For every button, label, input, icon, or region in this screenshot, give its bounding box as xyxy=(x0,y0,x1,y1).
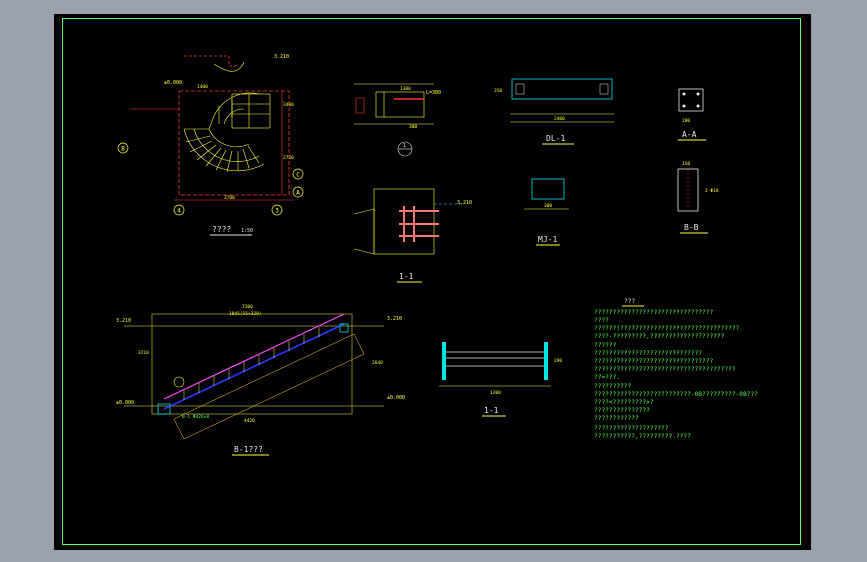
plan-dim-width: 3700 xyxy=(224,195,235,201)
mid-title: 1-1 xyxy=(399,272,414,281)
node-label-l: L=300 xyxy=(426,90,441,96)
axis-b-label: B xyxy=(121,146,125,153)
cad-viewport[interactable]: B C A 4 3 3.210 ±0.000 3700 3400 1400 27… xyxy=(54,14,811,550)
note-line: ??????????????????????????-08?????????-0… xyxy=(594,391,758,398)
plan-dim-stair: 2720 xyxy=(283,155,294,161)
aa-section-box xyxy=(678,88,704,112)
node-dim-b: 300 xyxy=(409,124,417,130)
note-line: ???????????? xyxy=(594,415,639,422)
elev-handrail xyxy=(163,313,345,400)
note-line: ???? xyxy=(594,317,609,324)
plan-scale: 1:50 xyxy=(241,228,253,234)
plan-view: B C A 4 3 3.210 ±0.000 3700 3400 1400 27… xyxy=(117,54,304,236)
note-line: ?????????? xyxy=(594,383,632,390)
note-line: ?????? xyxy=(594,342,617,349)
plan-elev-bottom: ±0.000 xyxy=(164,80,182,86)
dl1-beam xyxy=(511,78,613,100)
elev-note: B-1 Φ426×8 xyxy=(182,414,209,420)
bb-rebar: 2-Φ18 xyxy=(705,188,719,194)
plan-dim-height: 3400 xyxy=(283,102,294,108)
node-circle-label: 1 xyxy=(403,143,406,149)
elevation-view: 3.210 3.210 ±0.000 ±0.000 7200 1845(15×3… xyxy=(116,304,405,456)
dl1-title: DL-1 xyxy=(546,134,565,143)
elev-title: B-1??? xyxy=(234,445,263,454)
plan-elev-top: 3.210 xyxy=(274,54,289,60)
detail-node-mid: 3.210 1-1 xyxy=(353,188,472,283)
axis-c-label: C xyxy=(296,172,300,179)
aa-dim-w: 200 xyxy=(682,118,690,124)
mj1-view: 300 MJ-1 xyxy=(524,178,569,246)
axis-a-label: A xyxy=(296,190,300,197)
elev-dim-right: 2640 xyxy=(372,360,383,366)
mj1-title: MJ-1 xyxy=(538,235,557,244)
plan-dim-side: 1400 xyxy=(197,84,208,90)
section-title: 1-1 xyxy=(484,406,499,415)
note-line: ????????????????????????????? xyxy=(594,350,702,357)
axis-3-label: 3 xyxy=(275,208,279,215)
mj1-plate xyxy=(531,178,565,200)
node-box xyxy=(375,91,425,118)
elev-dim-box xyxy=(151,313,353,415)
notes-heading: ??? xyxy=(624,298,635,305)
elev-bot-right: ±0.000 xyxy=(387,395,405,401)
elev-top-left: 3.210 xyxy=(116,318,131,324)
dl1-dim-w: 2400 xyxy=(554,116,565,122)
note-line: ????-?????????,???????????????????? xyxy=(594,333,725,340)
elev-dim-bot: 4420 xyxy=(244,418,255,424)
bb-title: B-B xyxy=(684,223,699,232)
bb-dim-w: 150 xyxy=(682,161,690,167)
note-line: ?????????????????????????????????????? xyxy=(594,366,736,373)
axis-4-label: 4 xyxy=(177,208,181,215)
mid-elev: 3.210 xyxy=(457,200,472,206)
detail-node-top: 1 L=300 1300 300 xyxy=(354,83,441,157)
drawing-canvas: B C A 4 3 3.210 ±0.000 3700 3400 1400 27… xyxy=(116,54,758,456)
section-dim-w: 1200 xyxy=(490,390,501,396)
note-line: ???????????,?????????.???? xyxy=(594,433,691,440)
bb-section: 150 2-Φ18 B-B xyxy=(677,161,719,234)
note-line: ????<?????????>? xyxy=(594,399,654,406)
plan-title: ???? xyxy=(212,225,231,234)
elev-dim-top: 1845(15×328) xyxy=(229,311,262,317)
node-dim-a: 1300 xyxy=(400,86,411,92)
section-dim-h: 290 xyxy=(554,358,562,364)
aa-title: A-A xyxy=(682,130,697,139)
elev-stringer xyxy=(163,323,345,410)
dl1-view: 2400 350 DL-1 xyxy=(494,78,614,145)
general-notes: ??? ???????????????????????????????? ???… xyxy=(594,298,758,440)
dl1-dim-h: 350 xyxy=(494,88,502,94)
note-line: ???????????????????? xyxy=(594,425,669,432)
elev-dim-total: 7200 xyxy=(242,304,253,310)
elev-dim-h: 3210 xyxy=(138,350,149,356)
note-line: ??=???. xyxy=(594,374,620,381)
section-11: 1200 290 1-1 xyxy=(439,342,562,417)
note-line: ??????(???????????????????????????????? xyxy=(594,325,740,332)
elev-top-right: 3.210 xyxy=(387,316,402,322)
mj1-dim-w: 300 xyxy=(544,203,552,209)
note-line: ???????????????????????????????? xyxy=(594,309,713,316)
plan-wall-outline xyxy=(178,90,290,196)
aa-section: 200 A-A xyxy=(678,88,706,141)
note-line: ???????????????????????????????? xyxy=(594,358,713,365)
spiral-treads xyxy=(183,92,271,173)
plan-handrail xyxy=(184,55,239,67)
section-post-right xyxy=(544,342,548,380)
section-post-left xyxy=(442,342,446,380)
elev-bot-left: ±0.000 xyxy=(116,400,134,406)
note-line: ??????????????? xyxy=(594,407,650,414)
